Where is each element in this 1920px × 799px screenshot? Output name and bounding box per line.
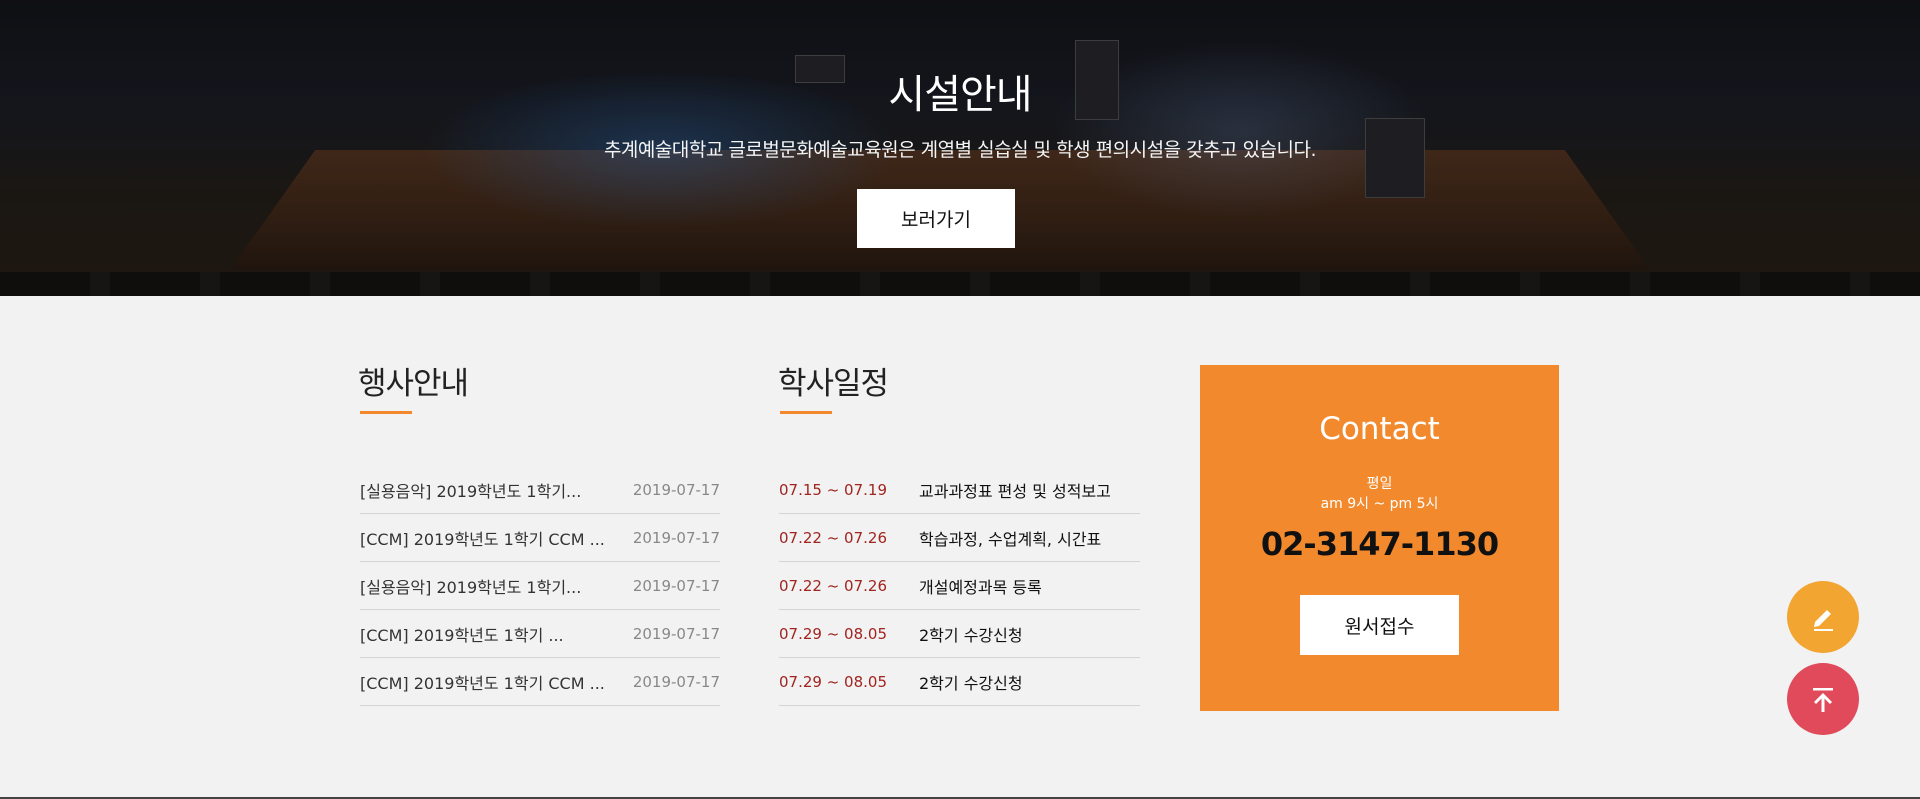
- event-date: 2019-07-17: [632, 672, 720, 691]
- events-list: [실용음악] 2019학년도 1학기... 2019-07-17 [CCM] 2…: [360, 466, 720, 706]
- events-title: 행사안내: [358, 366, 469, 402]
- write-button[interactable]: [1787, 581, 1859, 653]
- contact-box: Contact 평일 am 9시 ~ pm 5시 02-3147-1130 원서…: [1200, 365, 1559, 711]
- event-date: 2019-07-17: [632, 576, 720, 595]
- schedule-text[interactable]: 2학기 수강신청: [919, 622, 1023, 646]
- schedule-list: 07.15 ~ 07.19 교과과정표 편성 및 성적보고 07.22 ~ 07…: [779, 466, 1140, 706]
- hero-title: 시설안내: [888, 72, 1032, 118]
- schedule-title: 학사일정: [778, 366, 889, 402]
- hero-banner: 시설안내 추계예술대학교 글로벌문화예술교육원은 계열별 실습실 및 학생 편의…: [0, 0, 1920, 296]
- event-item[interactable]: [실용음악] 2019학년도 1학기... 2019-07-17: [360, 466, 720, 514]
- event-title[interactable]: [실용음악] 2019학년도 1학기...: [360, 478, 581, 502]
- schedule-date: 07.22 ~ 07.26: [779, 528, 887, 547]
- schedule-text[interactable]: 학습과정, 수업계획, 시간표: [919, 526, 1101, 550]
- schedule-item[interactable]: 07.29 ~ 08.05 2학기 수강신청: [779, 658, 1140, 706]
- contact-day: 평일: [1366, 476, 1393, 492]
- contact-title: Contact: [1319, 411, 1440, 447]
- schedule-text[interactable]: 2학기 수강신청: [919, 670, 1023, 694]
- event-title[interactable]: [CCM] 2019학년도 1학기 CCM ...: [360, 670, 605, 694]
- event-date: 2019-07-17: [632, 624, 720, 643]
- scroll-top-button[interactable]: [1787, 663, 1859, 735]
- schedule-date: 07.29 ~ 08.05: [779, 624, 887, 643]
- schedule-text[interactable]: 개설예정과목 등록: [919, 574, 1042, 598]
- event-item[interactable]: [실용음악] 2019학년도 1학기... 2019-07-17: [360, 562, 720, 610]
- contact-phone: 02-3147-1130: [1260, 525, 1499, 563]
- event-title[interactable]: [CCM] 2019학년도 1학기 ...: [360, 622, 564, 646]
- apply-button[interactable]: 원서접수: [1300, 595, 1459, 655]
- event-item[interactable]: [CCM] 2019학년도 1학기 CCM ... 2019-07-17: [360, 658, 720, 706]
- pencil-icon: [1814, 610, 1833, 631]
- event-date: 2019-07-17: [632, 480, 720, 499]
- schedule-date: 07.15 ~ 07.19: [779, 480, 887, 499]
- view-facilities-button[interactable]: 보러가기: [857, 189, 1015, 248]
- schedule-item[interactable]: 07.22 ~ 07.26 학습과정, 수업계획, 시간표: [779, 514, 1140, 562]
- schedule-item[interactable]: 07.29 ~ 08.05 2학기 수강신청: [779, 610, 1140, 658]
- event-item[interactable]: [CCM] 2019학년도 1학기 CCM ... 2019-07-17: [360, 514, 720, 562]
- event-item[interactable]: [CCM] 2019학년도 1학기 ... 2019-07-17: [360, 610, 720, 658]
- schedule-text[interactable]: 교과과정표 편성 및 성적보고: [919, 478, 1111, 502]
- events-title-underline: [360, 411, 412, 414]
- contact-hours: am 9시 ~ pm 5시: [1320, 496, 1439, 512]
- hero-subtitle: 추계예술대학교 글로벌문화예술교육원은 계열별 실습실 및 학생 편의시설을 갖…: [603, 139, 1317, 161]
- schedule-date: 07.22 ~ 07.26: [779, 576, 887, 595]
- schedule-date: 07.29 ~ 08.05: [779, 672, 887, 691]
- event-title[interactable]: [실용음악] 2019학년도 1학기...: [360, 574, 581, 598]
- arrow-up-icon: [1813, 688, 1833, 712]
- event-title[interactable]: [CCM] 2019학년도 1학기 CCM ...: [360, 526, 605, 550]
- schedule-item[interactable]: 07.22 ~ 07.26 개설예정과목 등록: [779, 562, 1140, 610]
- event-date: 2019-07-17: [632, 528, 720, 547]
- schedule-title-underline: [780, 411, 832, 414]
- schedule-item[interactable]: 07.15 ~ 07.19 교과과정표 편성 및 성적보고: [779, 466, 1140, 514]
